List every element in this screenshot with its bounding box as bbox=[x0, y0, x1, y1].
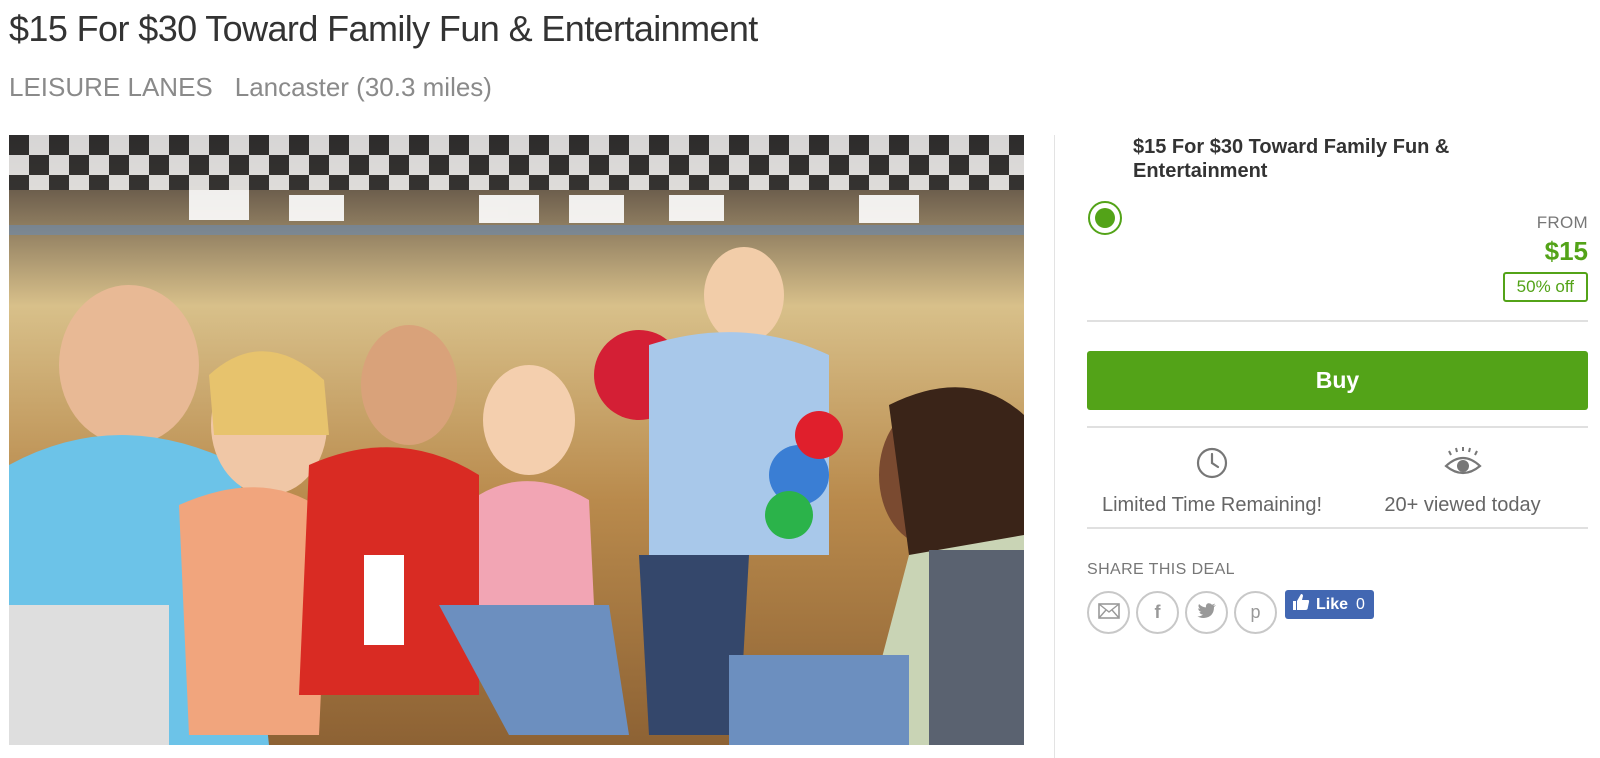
facebook-like-button[interactable]: Like 0 bbox=[1285, 590, 1374, 619]
share-email-button[interactable] bbox=[1087, 591, 1130, 634]
price-block: FROM $15 50% off bbox=[1502, 213, 1588, 302]
share-pinterest-button[interactable]: p bbox=[1234, 591, 1277, 634]
twitter-icon bbox=[1196, 603, 1217, 622]
sidebar-divider bbox=[1054, 135, 1055, 758]
option-title[interactable]: $15 For $30 Toward Family Fun & Entertai… bbox=[1133, 135, 1533, 183]
discount-badge: 50% off bbox=[1502, 272, 1588, 302]
mail-icon bbox=[1097, 603, 1120, 622]
like-label: Like bbox=[1316, 595, 1349, 613]
from-label: FROM bbox=[1536, 213, 1588, 232]
thumbs-up-icon bbox=[1292, 593, 1310, 616]
page-title: $15 For $30 Toward Family Fun & Entertai… bbox=[9, 8, 758, 49]
divider bbox=[1087, 527, 1588, 529]
deal-location[interactable]: Lancaster (30.3 miles) bbox=[235, 72, 492, 103]
share-twitter-button[interactable] bbox=[1185, 591, 1228, 634]
divider bbox=[1087, 320, 1588, 322]
deal-hero-image[interactable] bbox=[9, 135, 1024, 745]
views-stat: 20+ viewed today bbox=[1337, 446, 1588, 517]
option-price: $15 bbox=[1544, 236, 1588, 266]
limited-time-stat: Limited Time Remaining! bbox=[1087, 446, 1337, 517]
limited-time-label: Limited Time Remaining! bbox=[1101, 494, 1323, 516]
share-buttons: f p Like 0 bbox=[1087, 590, 1374, 634]
share-facebook-button[interactable]: f bbox=[1136, 591, 1179, 634]
deal-page: $15 For $30 Toward Family Fun & Entertai… bbox=[0, 0, 1600, 758]
eye-icon bbox=[1337, 446, 1588, 486]
views-label: 20+ viewed today bbox=[1384, 494, 1541, 516]
facebook-icon: f bbox=[1154, 602, 1161, 622]
buy-button[interactable]: Buy bbox=[1087, 351, 1588, 410]
divider bbox=[1087, 426, 1588, 428]
pinterest-icon: p bbox=[1250, 602, 1261, 622]
like-count: 0 bbox=[1356, 595, 1365, 613]
deal-subheading: LEISURE LANES Lancaster (30.3 miles) bbox=[9, 72, 492, 103]
bowling-family-photo bbox=[9, 135, 1024, 745]
clock-icon bbox=[1087, 446, 1337, 486]
share-label: SHARE THIS DEAL bbox=[1087, 561, 1235, 578]
option-radio-button[interactable] bbox=[1088, 201, 1122, 235]
merchant-name[interactable]: LEISURE LANES bbox=[9, 72, 213, 103]
